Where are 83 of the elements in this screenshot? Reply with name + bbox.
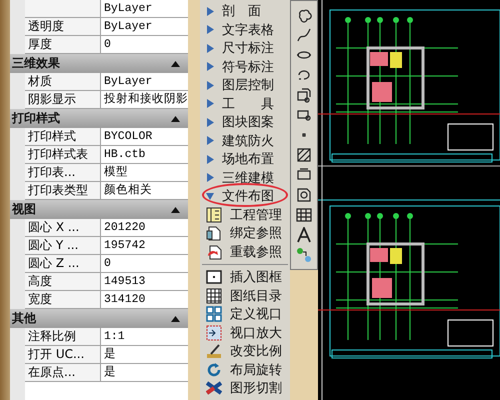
menu-category[interactable]: 符号标注 [200, 58, 290, 76]
node-link-icon[interactable] [296, 247, 312, 263]
command-icon [206, 288, 222, 304]
section-header[interactable]: 视图 [10, 200, 188, 219]
menu-command[interactable]: 布局旋转 [200, 360, 290, 379]
property-label: 打印表类型 [25, 182, 101, 199]
section-header[interactable]: 三维效果 [10, 54, 188, 73]
shape-icon[interactable] [296, 187, 312, 203]
command-icon [206, 380, 222, 396]
property-label: 圆心 Y ... [25, 237, 101, 254]
property-value[interactable]: 是 [101, 346, 188, 363]
property-value[interactable]: HB.ctb [101, 146, 188, 163]
menu-command[interactable]: 定义视口 [200, 305, 290, 324]
property-label: 圆心 Z ... [25, 255, 101, 272]
property-value[interactable]: 模型 [101, 164, 188, 181]
property-label: 在原点... [25, 364, 101, 381]
property-value[interactable]: 0 [101, 36, 188, 53]
property-value[interactable]: 149513 [101, 273, 188, 290]
command-icon [206, 269, 222, 286]
section-header[interactable]: 其他 [10, 309, 188, 328]
property-value[interactable]: 0 [101, 255, 188, 272]
property-value[interactable]: ByLayer [101, 73, 188, 90]
property-label: 厚度 [25, 36, 101, 53]
property-value[interactable]: 1:1 [101, 328, 188, 345]
menu-command[interactable]: 视口放大 [200, 324, 290, 342]
menu-command[interactable]: 图纸目录 [200, 286, 290, 305]
property-label: 打印样式 [25, 128, 101, 145]
collapse-icon[interactable] [171, 316, 180, 322]
property-label: 打开 UC... [25, 346, 101, 363]
block-icon[interactable] [296, 87, 312, 103]
menu-category[interactable]: 场地布置 [200, 150, 290, 168]
command-icon [206, 206, 222, 223]
property-value[interactable]: ByLayer [101, 0, 188, 17]
menu-command[interactable]: 绑定参照 [200, 224, 290, 242]
menu-category[interactable]: 文件布图 [200, 187, 290, 206]
property-value[interactable]: 是 [101, 364, 188, 381]
menu-category[interactable]: 图层控制 [200, 76, 290, 94]
menu-category[interactable]: 图块图案 [200, 113, 290, 132]
menu-category[interactable]: 三维建模 [200, 168, 290, 187]
command-icon [206, 306, 222, 322]
collapse-icon[interactable] [171, 206, 180, 212]
command-icon [206, 324, 222, 341]
menu-category[interactable]: 文字表格 [200, 20, 290, 39]
menu-category[interactable]: 尺寸标注 [200, 39, 290, 58]
collapse-icon[interactable] [171, 60, 180, 66]
section-header[interactable]: 打印样式 [10, 109, 188, 128]
menu-command[interactable]: 重载参照 [200, 242, 290, 261]
text-icon[interactable] [296, 227, 312, 243]
property-label: 注释比例 [25, 328, 101, 345]
property-value[interactable]: BYCOLOR [101, 128, 188, 145]
property-value[interactable]: 颜色相关 [101, 182, 188, 199]
property-value[interactable]: 195742 [101, 237, 188, 254]
section-title: 打印样式 [12, 110, 60, 127]
property-label: 宽度 [25, 291, 101, 308]
hatch-icon[interactable] [296, 147, 312, 163]
table-icon[interactable] [296, 207, 312, 223]
menu-category[interactable]: 建筑防火 [200, 132, 290, 150]
property-label: 高度 [25, 273, 101, 290]
command-icon [206, 244, 222, 260]
command-icon [206, 343, 222, 360]
property-label: 圆心 X ... [25, 219, 101, 236]
menu-command[interactable]: 工程管理 [200, 206, 290, 224]
menu-category[interactable]: 剖 面 [200, 2, 290, 20]
command-icon [206, 225, 222, 242]
collapse-icon[interactable] [171, 116, 180, 122]
property-value[interactable]: 201220 [101, 219, 188, 236]
property-value[interactable]: ByLayer [101, 18, 188, 35]
section-title: 视图 [12, 201, 36, 218]
spline-icon[interactable] [296, 27, 312, 43]
menu-command[interactable]: 改变比例 [200, 342, 290, 360]
section-title: 三维效果 [12, 55, 60, 72]
menu-command[interactable]: 图形切割 [200, 379, 290, 398]
property-value[interactable]: 314120 [101, 291, 188, 308]
property-label: 打印样式表 [25, 146, 101, 163]
property-label: 阴影显示 [25, 91, 101, 108]
menu-command[interactable]: 插入图框 [200, 268, 290, 286]
property-value[interactable]: 投射和接收阴影 [101, 91, 188, 108]
command-icon [206, 362, 222, 378]
menu-category[interactable]: 工 具 [200, 94, 290, 113]
property-label: 透明度 [25, 18, 101, 35]
property-label: 材质 [25, 73, 101, 90]
section-title: 其他 [12, 310, 36, 327]
property-label: 打印表... [25, 164, 101, 181]
